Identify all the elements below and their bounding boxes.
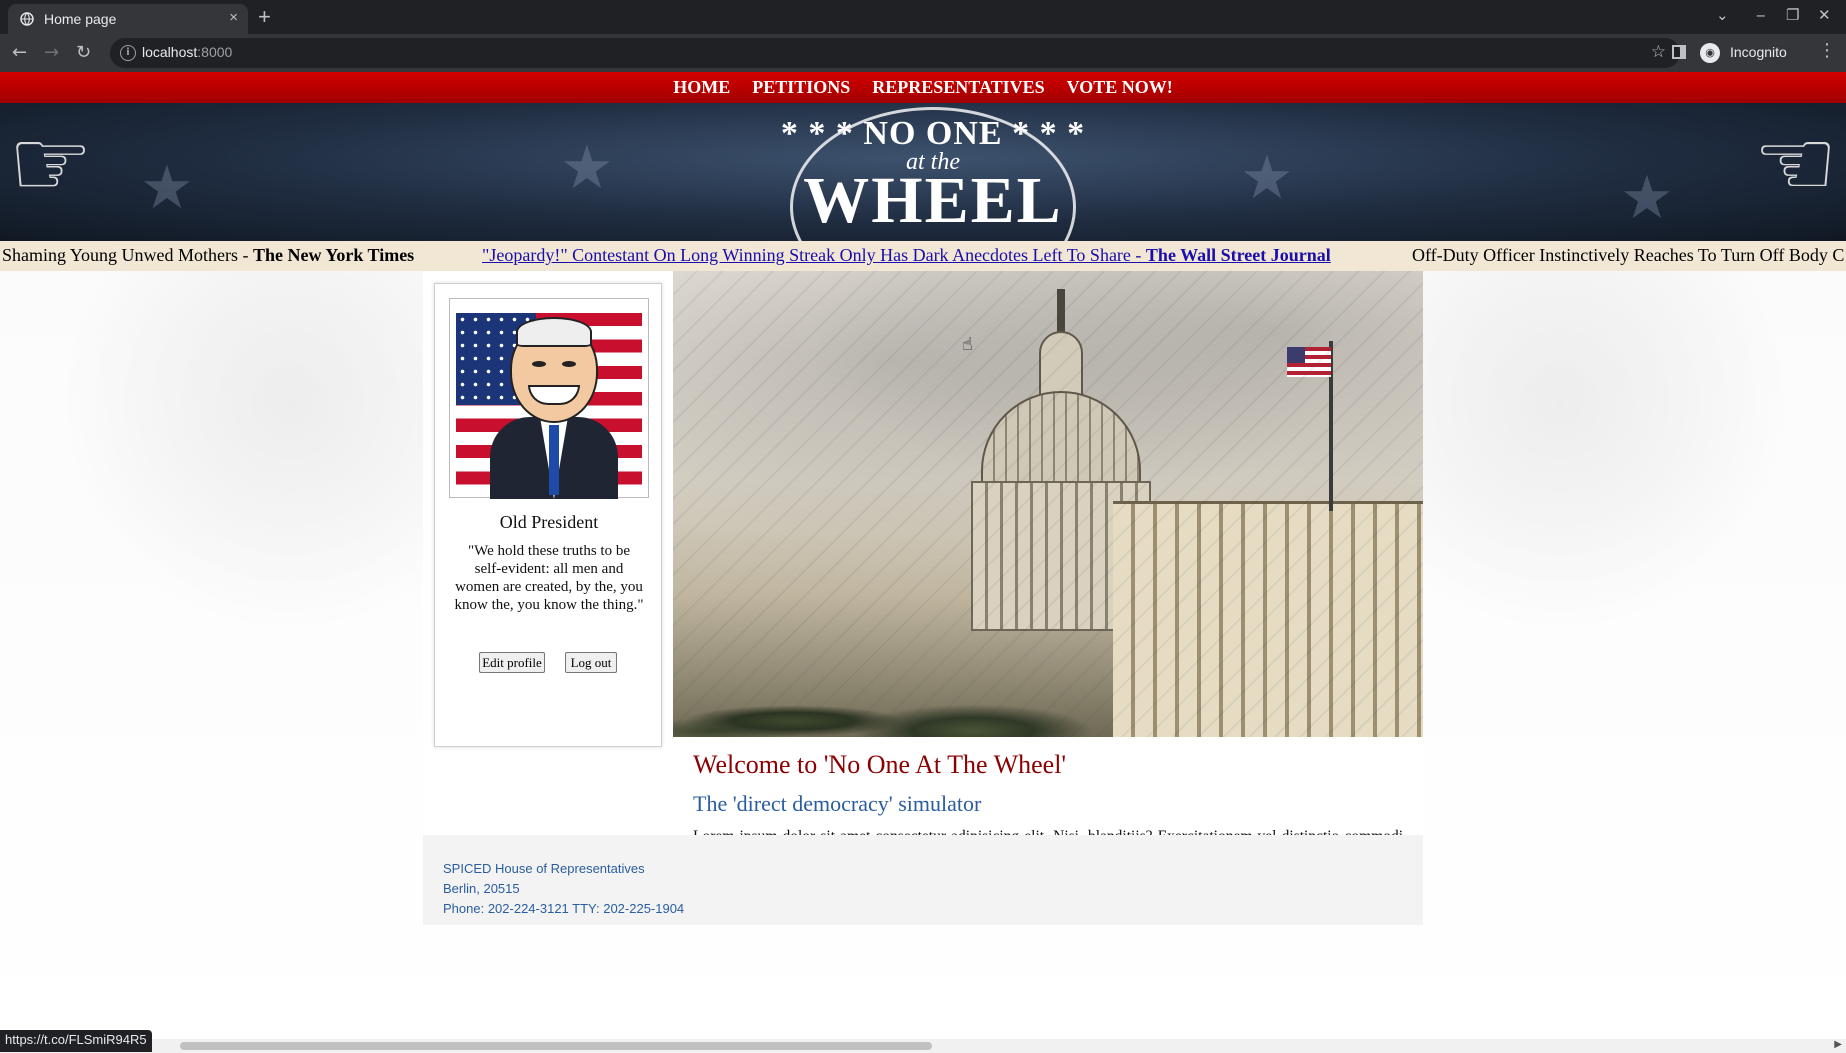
reload-icon[interactable]: ↻ bbox=[76, 42, 91, 63]
url-host: localhost bbox=[142, 44, 198, 60]
site-logo[interactable]: * * * NO ONE * * * at the WHEEL bbox=[760, 103, 1106, 241]
star-decoration: ★ bbox=[1620, 163, 1674, 233]
star-decoration: ★ bbox=[140, 153, 194, 223]
status-url-bubble: https://t.co/FLSmiR94R5 bbox=[0, 1030, 152, 1052]
horizontal-scrollbar[interactable]: ▶ bbox=[0, 1039, 1846, 1053]
logo-line-1: * * * NO ONE * * * bbox=[780, 115, 1086, 152]
tab-search-icon[interactable]: ⌄ bbox=[1716, 6, 1729, 24]
scroll-right-arrow-icon[interactable]: ▶ bbox=[1834, 1039, 1842, 1050]
star-decoration: ★ bbox=[560, 133, 614, 203]
nav-home[interactable]: HOME bbox=[673, 77, 730, 98]
incognito-icon[interactable]: ◉ bbox=[1700, 43, 1720, 63]
browser-tab[interactable]: Home page × bbox=[8, 4, 248, 34]
address-bar[interactable]: i localhost:8000 ☆ bbox=[110, 38, 1680, 68]
footer-address: Berlin, 20515 bbox=[443, 881, 520, 896]
caricature-eye bbox=[562, 361, 576, 367]
scrollbar-thumb[interactable] bbox=[180, 1042, 932, 1050]
pointing-hand-left-icon: ☞ bbox=[8, 109, 94, 219]
hero-hatch-texture bbox=[673, 271, 1423, 737]
side-panel-icon[interactable] bbox=[1672, 45, 1686, 59]
caricature-tie bbox=[549, 425, 559, 495]
avatar bbox=[449, 298, 649, 499]
logo-line-3: WHEEL bbox=[803, 164, 1063, 237]
info-icon[interactable]: i bbox=[120, 45, 136, 61]
nav-representatives[interactable]: REPRESENTATIVES bbox=[872, 77, 1044, 98]
footer: SPICED House of Representatives Berlin, … bbox=[423, 835, 1423, 925]
pointing-hand-right-icon: ☜ bbox=[1752, 109, 1838, 219]
tab-title: Home page bbox=[44, 11, 117, 27]
header-banner: ★ ★ ★ ★ ☞ ☜ * * * NO ONE * * * at the WH… bbox=[0, 103, 1846, 241]
star-icon[interactable]: ☆ bbox=[1651, 42, 1666, 62]
profile-quote: "We hold these truths to be self-evident… bbox=[454, 543, 644, 613]
url-text: localhost:8000 bbox=[142, 44, 232, 60]
main-nav: HOME PETITIONS REPRESENTATIVES VOTE NOW! bbox=[0, 72, 1846, 103]
browser-tab-bar: Home page × + ⌄ ‒ ❐ ✕ bbox=[0, 0, 1846, 34]
tab-close-icon[interactable]: × bbox=[229, 9, 238, 26]
profile-card: Old President "We hold these truths to b… bbox=[434, 283, 662, 747]
profile-name: Old President bbox=[499, 512, 599, 532]
ticker-item[interactable]: Shaming Young Unwed Mothers - The New Yo… bbox=[2, 245, 414, 266]
nav-vote-now[interactable]: VOTE NOW! bbox=[1067, 77, 1173, 98]
mouse-cursor-icon: ☝ bbox=[962, 334, 973, 355]
welcome-subtitle: The 'direct democracy' simulator bbox=[693, 791, 982, 816]
incognito-label[interactable]: Incognito bbox=[1730, 44, 1787, 60]
welcome-title: Welcome to 'No One At The Wheel' bbox=[693, 750, 1067, 779]
globe-icon bbox=[20, 12, 34, 26]
logout-button[interactable]: Log out bbox=[565, 652, 617, 673]
ticker-headline: Shaming Young Unwed Mothers - bbox=[2, 245, 254, 265]
ticker-source: The Wall Street Journal bbox=[1145, 245, 1331, 265]
new-tab-button[interactable]: + bbox=[258, 4, 271, 30]
caricature-hair bbox=[516, 317, 592, 347]
caricature-eye bbox=[532, 361, 546, 367]
forward-arrow-icon[interactable]: → bbox=[44, 42, 59, 63]
footer-phone: Phone: 202-224-3121 TTY: 202-225-1904 bbox=[443, 901, 685, 916]
edit-profile-button[interactable]: Edit profile bbox=[479, 652, 545, 673]
american-flag-image bbox=[456, 313, 642, 499]
ticker-source: The New York Times bbox=[253, 245, 415, 265]
minimize-icon[interactable]: ‒ bbox=[1756, 6, 1766, 24]
close-window-icon[interactable]: ✕ bbox=[1818, 6, 1831, 24]
news-ticker: Shaming Young Unwed Mothers - The New Yo… bbox=[0, 241, 1846, 271]
page-viewport: HOME PETITIONS REPRESENTATIVES VOTE NOW!… bbox=[0, 72, 1846, 1053]
ticker-item[interactable]: Off-Duty Officer Instinctively Reaches T… bbox=[1412, 245, 1844, 266]
browser-toolbar: ← → ↻ i localhost:8000 ☆ ◉ Incognito ⋮ bbox=[0, 34, 1846, 72]
maximize-icon[interactable]: ❐ bbox=[1786, 6, 1799, 24]
back-arrow-icon[interactable]: ← bbox=[12, 42, 27, 63]
url-port: :8000 bbox=[197, 44, 233, 60]
ticker-item[interactable]: "Jeopardy!" Contestant On Long Winning S… bbox=[482, 245, 1331, 266]
footer-org: SPICED House of Representatives bbox=[443, 861, 645, 876]
star-decoration: ★ bbox=[1240, 143, 1294, 213]
menu-dots-icon[interactable]: ⋮ bbox=[1818, 40, 1836, 61]
ticker-headline: Off-Duty Officer Instinctively Reaches T… bbox=[1412, 245, 1845, 265]
nav-petitions[interactable]: PETITIONS bbox=[752, 77, 850, 98]
ticker-headline: "Jeopardy!" Contestant On Long Winning S… bbox=[482, 245, 1146, 265]
capitol-hero-image bbox=[673, 271, 1423, 737]
